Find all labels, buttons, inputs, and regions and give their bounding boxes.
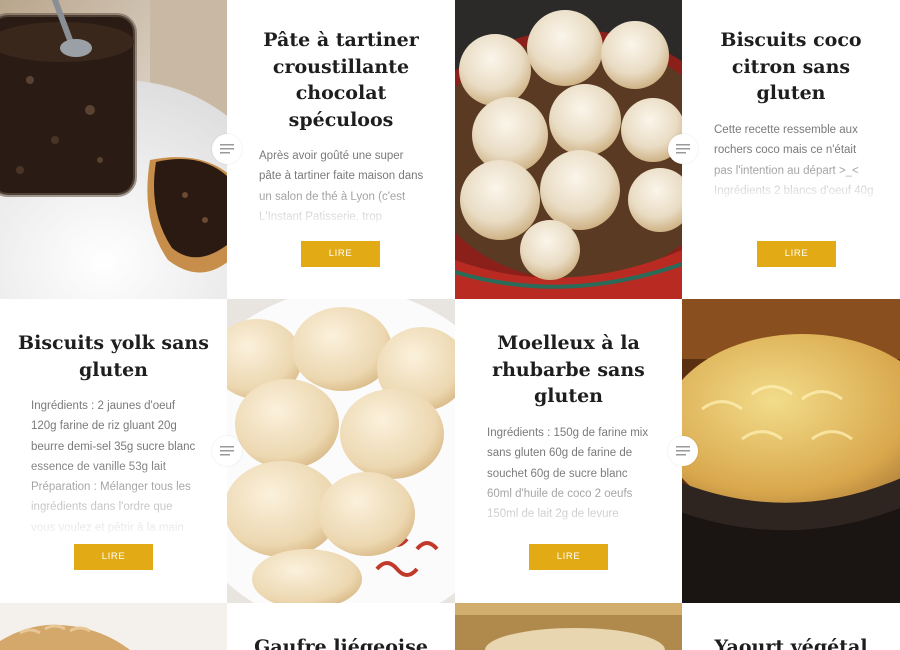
post-image-waffle[interactable] [0, 603, 227, 650]
read-more-button[interactable]: LIRE PLUS [301, 241, 380, 285]
read-more-button[interactable]: LIRE PLUS [74, 544, 153, 588]
read-more-button[interactable]: LIRE PLUS [529, 544, 608, 588]
post-card: Moelleux à la rhubarbe sans gluten Ingré… [455, 299, 682, 603]
post-handle[interactable] [668, 134, 698, 164]
rhubarb-cake-photo [682, 299, 900, 603]
post-image-coconut-biscuits[interactable] [455, 0, 682, 299]
text-lines-icon [676, 446, 690, 456]
post-title[interactable]: Gaufre liégeoise [227, 634, 455, 650]
yogurt-photo [455, 603, 682, 650]
text-lines-icon [676, 144, 690, 154]
post-card: Biscuits coco citron sans gluten Cette r… [682, 0, 900, 299]
yolk-biscuits-photo [227, 299, 455, 603]
post-image-yogurt[interactable] [455, 603, 682, 650]
post-handle[interactable] [668, 436, 698, 466]
post-title[interactable]: Yaourt végétal [682, 634, 900, 650]
post-title[interactable]: Biscuits coco citron sans gluten [682, 27, 900, 107]
post-card: Gaufre liégeoise [227, 603, 455, 650]
read-more-button[interactable]: LIRE PLUS [757, 241, 836, 285]
coconut-biscuits-photo [455, 0, 682, 299]
post-image-yolk-biscuits[interactable] [227, 299, 455, 603]
post-image-chocolate-spread[interactable] [0, 0, 227, 299]
text-lines-icon [220, 446, 234, 456]
post-title[interactable]: Biscuits yolk sans gluten [0, 330, 227, 383]
chocolate-spread-photo [0, 0, 227, 299]
waffle-photo [0, 603, 227, 650]
post-image-rhubarb-cake[interactable] [682, 299, 900, 603]
post-title[interactable]: Moelleux à la rhubarbe sans gluten [455, 330, 682, 410]
post-title[interactable]: Pâte à tartiner croustillante chocolat s… [227, 27, 455, 133]
post-excerpt: Cette recette ressemble aux rochers coco… [714, 124, 874, 197]
post-handle[interactable] [212, 436, 242, 466]
post-card: Yaourt végétal [682, 603, 900, 650]
text-lines-icon [220, 144, 234, 154]
recipe-grid: Pâte à tartiner croustillante chocolat s… [0, 0, 900, 650]
post-handle[interactable] [212, 134, 242, 164]
post-card: Biscuits yolk sans gluten Ingrédients : … [0, 299, 227, 603]
post-card: Pâte à tartiner croustillante chocolat s… [227, 0, 455, 299]
post-excerpt: Après avoir goûté une super pâte à tarti… [259, 150, 424, 223]
post-excerpt: Ingrédients : 2 jaunes d'oeuf 120g farin… [31, 400, 196, 534]
post-excerpt: Ingrédients : 150g de farine mix sans gl… [487, 427, 649, 521]
